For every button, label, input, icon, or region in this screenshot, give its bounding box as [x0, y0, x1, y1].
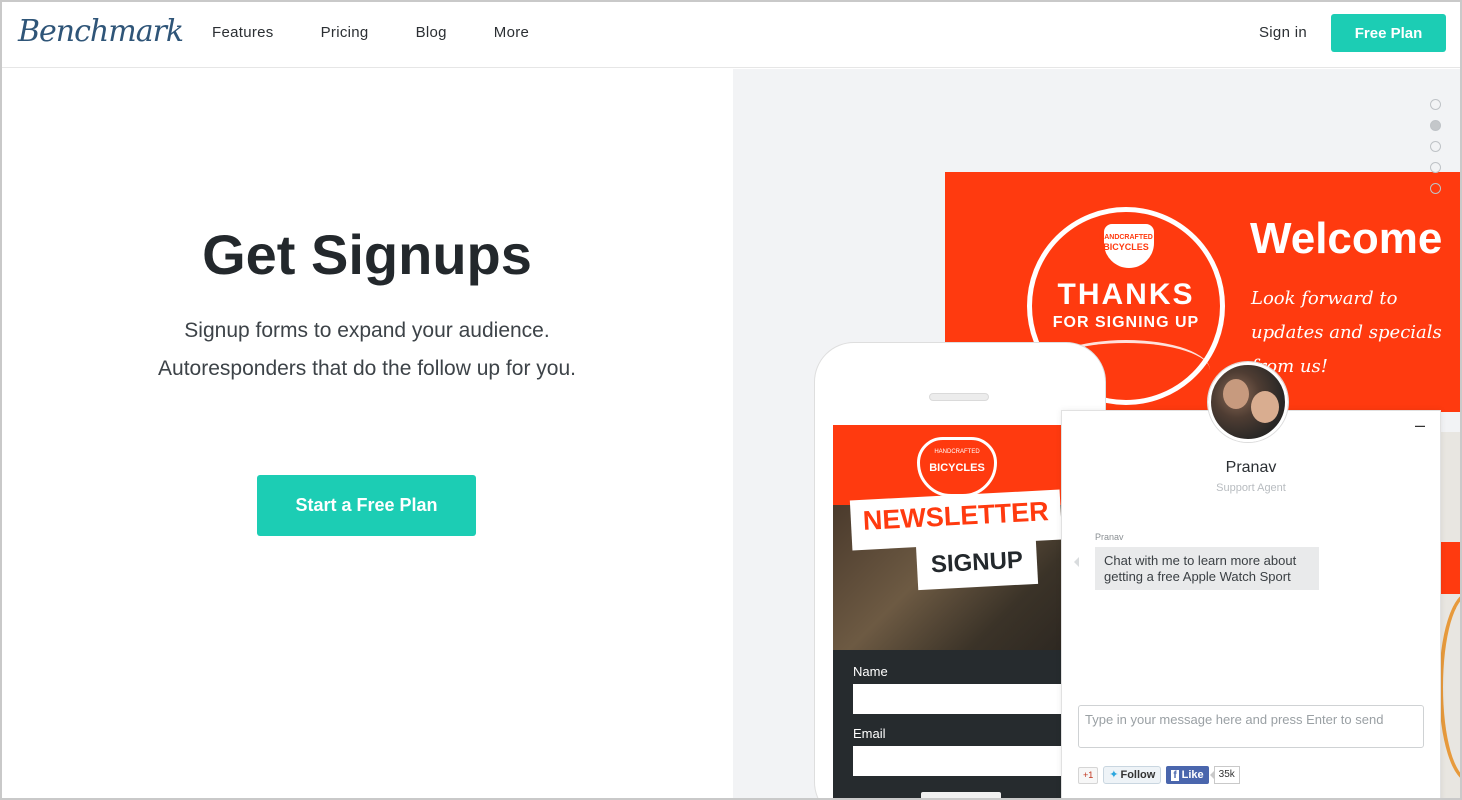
nav-more[interactable]: More: [494, 24, 529, 41]
twitter-bird-icon: ✦: [1109, 769, 1119, 781]
sign-in-link[interactable]: Sign in: [1259, 24, 1307, 41]
message-arrow-icon: [1074, 557, 1079, 567]
main-nav: Features Pricing Blog More: [212, 24, 529, 41]
chat-message-input[interactable]: [1078, 705, 1424, 748]
name-label: Name: [853, 664, 888, 679]
avatar-face-1: [1223, 379, 1249, 409]
facebook-like-button[interactable]: f Like: [1166, 766, 1209, 784]
badge-thanks-text: THANKS: [1057, 278, 1195, 311]
email-field[interactable]: [853, 746, 1083, 776]
message-author: Pranav: [1095, 532, 1124, 542]
newsletter-form: Name Email: [833, 650, 1089, 798]
avatar-face-2: [1251, 391, 1279, 423]
carousel-dot-1[interactable]: [1430, 99, 1441, 110]
hero-title: Get Signups: [202, 223, 532, 286]
google-plus-label: +1: [1083, 769, 1094, 780]
carousel-dot-3[interactable]: [1430, 141, 1441, 152]
site-header: Benchmark Features Pricing Blog More Sig…: [2, 2, 1460, 68]
phone-speaker: [929, 393, 989, 401]
agent-role: Support Agent: [1216, 482, 1286, 494]
signup-banner: SIGNUP: [915, 537, 1039, 591]
phone-bicycles-text: BICYCLES: [929, 462, 985, 474]
phone-bicycle-shield-icon: HANDCRAFTED BICYCLES: [917, 437, 997, 497]
email-label: Email: [853, 726, 886, 741]
twitter-follow-button[interactable]: ✦ Follow: [1103, 766, 1162, 784]
facebook-like-label: Like: [1181, 769, 1204, 781]
free-plan-button[interactable]: Free Plan: [1331, 14, 1446, 52]
social-buttons: +1 ✦ Follow f Like 35k: [1078, 766, 1240, 784]
carousel-dot-5[interactable]: [1430, 183, 1441, 194]
start-free-plan-button[interactable]: Start a Free Plan: [257, 475, 476, 536]
agent-avatar: [1208, 362, 1288, 442]
carousel-dots: [1430, 99, 1441, 194]
facebook-icon: f: [1171, 770, 1179, 781]
phone-handcrafted-text: HANDCRAFTED: [934, 449, 980, 455]
bicycle-photo-stripe: [1439, 542, 1460, 594]
nav-blog[interactable]: Blog: [416, 24, 447, 41]
agent-name: Pranav: [1225, 459, 1277, 476]
nav-pricing[interactable]: Pricing: [321, 24, 369, 41]
chat-minimize-button[interactable]: –: [1413, 415, 1427, 435]
carousel-dot-4[interactable]: [1430, 162, 1441, 173]
badge-for-signing-up-text: FOR SIGNING UP: [1052, 314, 1200, 331]
newsletter-submit-button[interactable]: [921, 792, 1001, 798]
carousel-dot-2[interactable]: [1430, 120, 1441, 131]
google-plus-button[interactable]: +1: [1078, 766, 1099, 784]
benchmark-logo[interactable]: Benchmark: [18, 14, 184, 49]
badge-handcrafted-text: HANDCRAFTED: [1099, 234, 1153, 241]
signup-text: SIGNUP: [930, 546, 1024, 579]
nav-features[interactable]: Features: [212, 24, 274, 41]
facebook-like-count: 35k: [1209, 766, 1240, 784]
phone-screen: HANDCRAFTED BICYCLES NEWSLETTER SIGNUP N…: [833, 425, 1089, 798]
chat-message: Chat with me to learn more about getting…: [1095, 547, 1319, 590]
hero-subtitle: Signup forms to expand your audience. Au…: [158, 319, 576, 380]
name-field[interactable]: [853, 684, 1083, 714]
browser-frame: Benchmark Features Pricing Blog More Sig…: [0, 0, 1462, 800]
welcome-heading: Welcome: [1250, 214, 1443, 263]
newsletter-text: NEWSLETTER: [862, 496, 1050, 536]
twitter-follow-label: Follow: [1120, 769, 1156, 781]
welcome-subtext: Look forward to updates and specials fro…: [1251, 288, 1442, 377]
badge-bicycles-text: BICYCLES: [1103, 242, 1149, 252]
